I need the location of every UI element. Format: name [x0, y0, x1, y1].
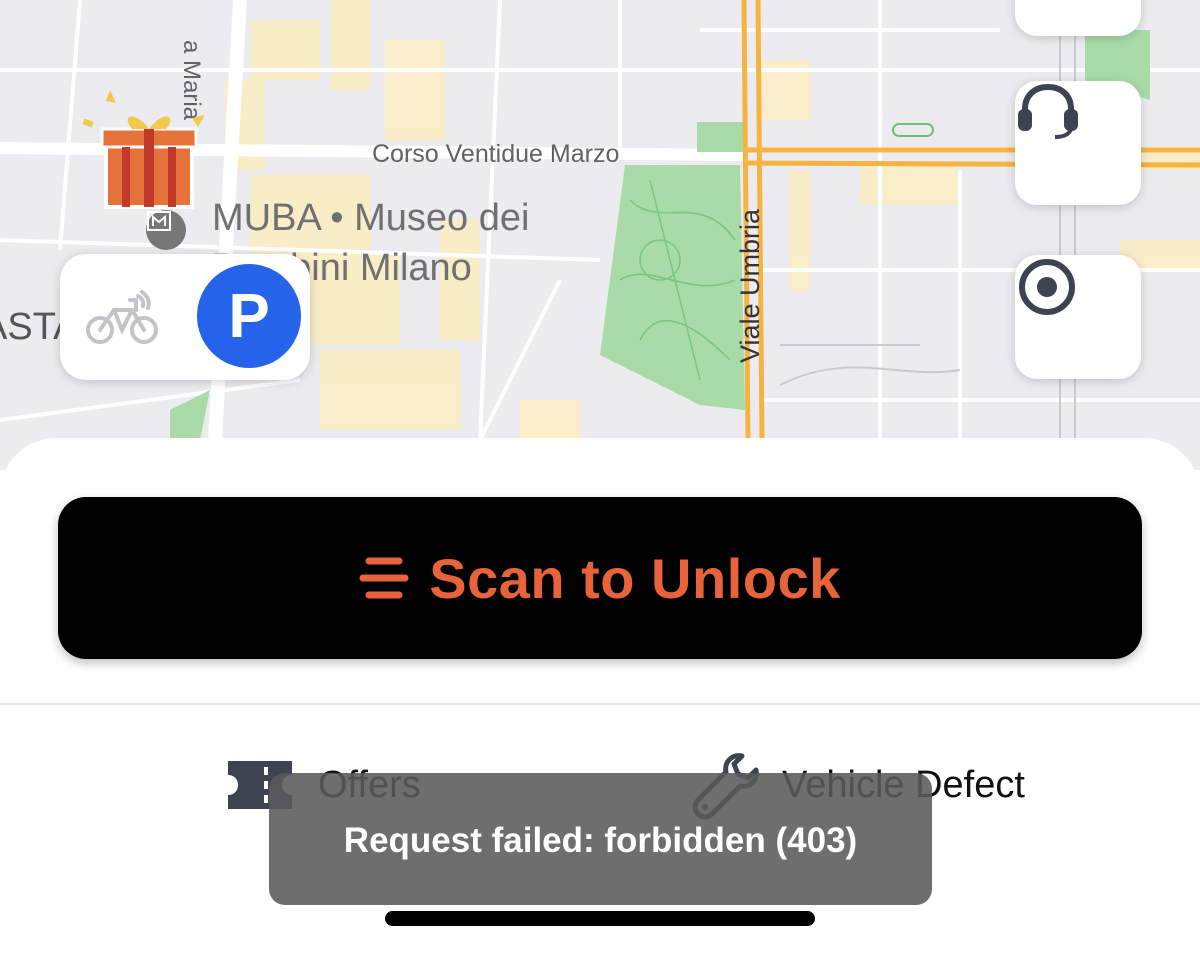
toast-message: Request failed: forbidden (403)	[343, 821, 858, 860]
home-indicator[interactable]	[385, 911, 815, 926]
top-map-button[interactable]	[1015, 0, 1141, 36]
headset-icon	[1018, 83, 1078, 139]
museum-label: MUBA • Museo dei	[212, 197, 530, 239]
street-label-corso: Corso Ventidue Marzo	[372, 140, 620, 168]
museum-icon[interactable]	[146, 210, 186, 250]
scan-to-unlock-button[interactable]: Scan to Unlock	[58, 497, 1142, 659]
error-toast: Request failed: forbidden (403)	[269, 773, 932, 905]
divider	[0, 703, 1200, 705]
locate-button[interactable]	[1015, 255, 1141, 379]
gift-icon[interactable]	[80, 85, 215, 215]
map-view[interactable]: a Maria Corso Ventidue Marzo Viale Umbri…	[0, 0, 1200, 470]
parking-button[interactable]: P	[197, 264, 301, 368]
support-button[interactable]	[1015, 81, 1141, 205]
scan-icon	[359, 557, 409, 599]
bicycle-icon[interactable]	[86, 288, 158, 346]
locate-icon	[1019, 259, 1075, 315]
scan-label: Scan to Unlock	[429, 546, 841, 610]
street-label-viale: Viale Umbria	[735, 208, 765, 363]
